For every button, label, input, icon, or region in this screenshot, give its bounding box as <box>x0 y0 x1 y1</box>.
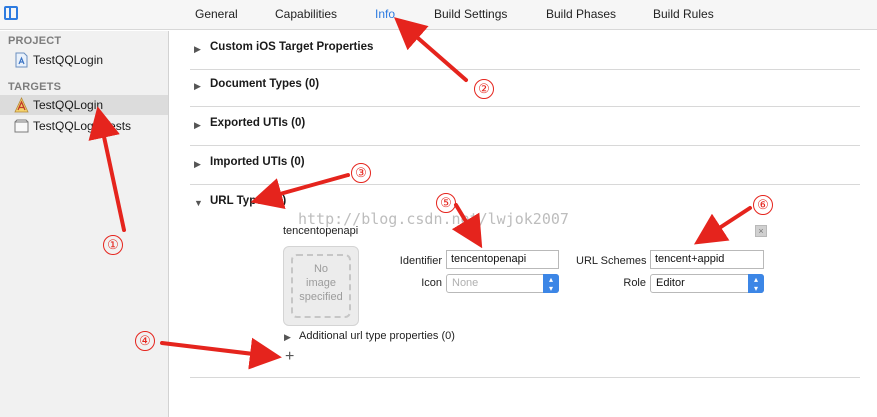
tab-build-rules[interactable]: Build Rules <box>653 7 714 21</box>
icon-select-value: None <box>452 277 479 289</box>
popup-arrows-icon[interactable]: ▴ ▾ <box>543 274 559 293</box>
remove-url-type-icon[interactable]: × <box>755 225 767 237</box>
project-targets-sidebar: PROJECT TestQQLogin TARGETS TestQQLogin … <box>0 31 169 417</box>
add-url-type-button[interactable]: + <box>285 348 294 366</box>
role-label: Role <box>623 277 646 289</box>
section-title: URL Types (1) <box>210 195 287 207</box>
section-title: Custom iOS Target Properties <box>210 41 374 53</box>
annotation-marker-2: ② <box>474 79 494 99</box>
disclosure-collapsed-icon[interactable]: ▶ <box>284 332 291 343</box>
annotation-marker-3: ③ <box>351 163 371 183</box>
navigator-toggle-icon[interactable] <box>4 6 18 20</box>
project-file-icon <box>15 52 28 68</box>
disclosure-collapsed-icon[interactable]: ▶ <box>194 44 201 55</box>
annotation-marker-1: ① <box>103 235 123 255</box>
url-type-image-well[interactable]: No image specified <box>283 246 359 326</box>
identifier-label: Identifier <box>399 255 442 267</box>
icon-select[interactable]: None ▴ ▾ <box>446 274 559 293</box>
editor-tab-bar: General Capabilities Info Build Settings… <box>0 0 877 30</box>
sidebar-item-target-tests[interactable]: TestQQLoginTests <box>0 116 168 136</box>
url-schemes-label: URL Schemes <box>576 255 647 267</box>
annotation-marker-6: ⑥ <box>753 195 773 215</box>
tab-general[interactable]: General <box>195 7 238 21</box>
sidebar-item-label: TestQQLogin <box>33 53 104 67</box>
tab-capabilities[interactable]: Capabilities <box>275 7 337 21</box>
annotation-marker-5: ⑤ <box>436 193 456 213</box>
test-bundle-icon <box>14 119 29 133</box>
sidebar-item-label: TestQQLogin <box>33 98 104 112</box>
identifier-field[interactable]: tencentopenapi <box>446 250 559 269</box>
sidebar-item-target-app[interactable]: TestQQLogin <box>0 95 168 115</box>
section-custom-target-properties[interactable]: ▶ Custom iOS Target Properties <box>190 31 860 70</box>
section-imported-utis[interactable]: ▶ Imported UTIs (0) <box>190 146 860 185</box>
tab-build-settings[interactable]: Build Settings <box>434 7 507 21</box>
section-exported-utis[interactable]: ▶ Exported UTIs (0) <box>190 107 860 146</box>
disclosure-collapsed-icon[interactable]: ▶ <box>194 81 201 92</box>
popup-arrows-icon[interactable]: ▴ ▾ <box>748 274 764 293</box>
tab-build-phases[interactable]: Build Phases <box>546 7 616 21</box>
additional-properties-label: Additional url type properties (0) <box>299 330 455 342</box>
section-title: Document Types (0) <box>210 78 320 90</box>
disclosure-collapsed-icon[interactable]: ▶ <box>194 159 201 170</box>
tab-info[interactable]: Info <box>375 7 395 21</box>
section-document-types[interactable]: ▶ Document Types (0) <box>190 68 860 107</box>
sidebar-item-label: TestQQLoginTests <box>33 119 132 133</box>
sidebar-item-project[interactable]: TestQQLogin <box>0 50 168 70</box>
project-section-header: PROJECT <box>8 35 62 47</box>
section-title: Imported UTIs (0) <box>210 156 305 168</box>
targets-section-header: TARGETS <box>8 81 62 93</box>
watermark: http://blog.csdn.net/lwjok2007 <box>298 210 569 228</box>
icon-label: Icon <box>421 277 442 289</box>
image-well-text: No image specified <box>299 263 343 303</box>
role-select[interactable]: Editor ▴ ▾ <box>650 274 764 293</box>
url-schemes-field[interactable]: tencent+appid <box>650 250 764 269</box>
section-title: Exported UTIs (0) <box>210 117 306 129</box>
role-select-value: Editor <box>656 277 685 289</box>
disclosure-expanded-icon[interactable]: ▼ <box>194 198 203 208</box>
app-target-icon <box>14 97 29 113</box>
annotation-marker-4: ④ <box>135 331 155 351</box>
disclosure-collapsed-icon[interactable]: ▶ <box>194 120 201 131</box>
